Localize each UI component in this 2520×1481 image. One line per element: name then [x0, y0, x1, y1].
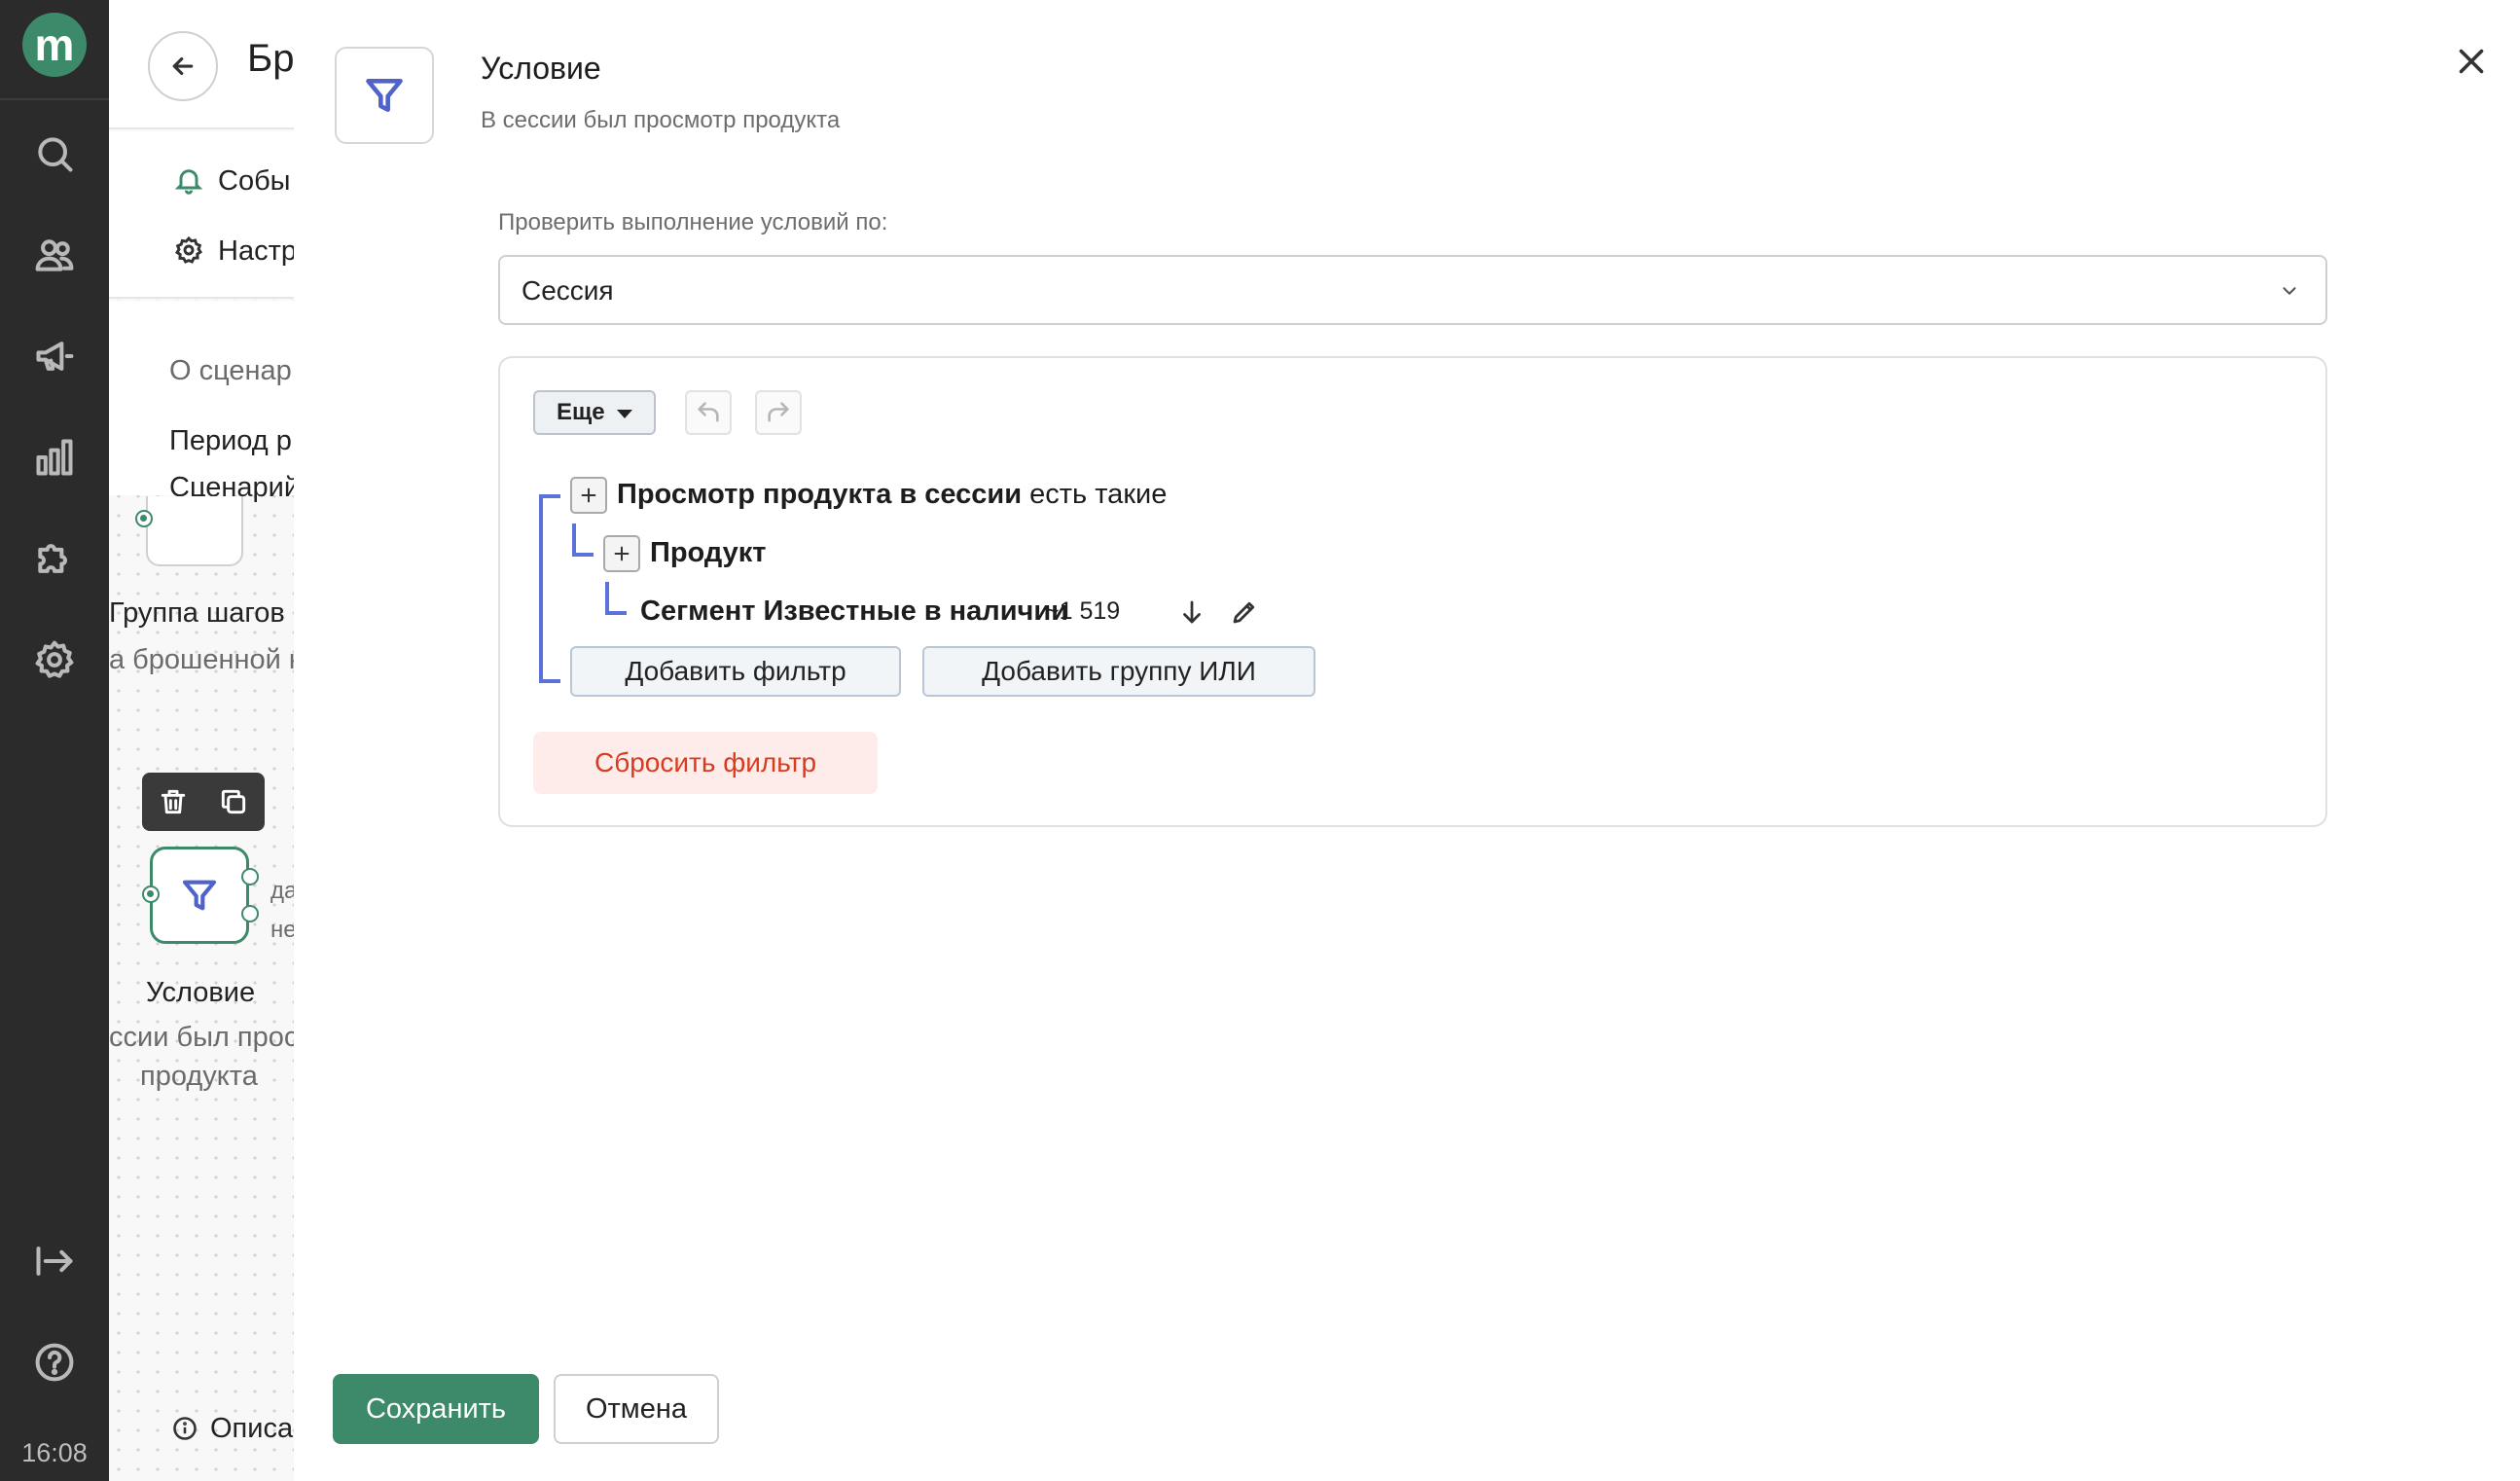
check-by-select[interactable]: Сессия [498, 255, 2327, 325]
filter-row-product-view-name: Просмотр продукта в сессии [617, 479, 1023, 510]
tree-line-level2 [572, 524, 576, 557]
chevron-down-icon [2279, 280, 2300, 302]
branch-yes-label: да [270, 878, 294, 904]
scenario-canvas: Бр Собы Настр О сценар Период р Сценарий… [109, 0, 294, 1481]
condition-modal: Условие В сессии был просмотр продукта П… [294, 0, 2520, 1481]
about-scenario: О сценар [169, 355, 292, 386]
search-icon[interactable] [29, 128, 80, 179]
trash-icon[interactable] [158, 786, 189, 817]
input-port [135, 510, 153, 527]
scenario-title: Бр [247, 37, 294, 80]
step-group-subtitle: а брошенной к [109, 644, 294, 675]
description-label: Описа [210, 1413, 294, 1444]
tree-line-bottom [539, 679, 560, 683]
modal-subtitle: В сессии был просмотр продукта [481, 107, 841, 133]
expand-plus-icon[interactable] [570, 477, 607, 514]
clock-time: 16:08 [21, 1438, 88, 1467]
filter-row-segment-name: Сегмент Известные в наличии [640, 596, 1069, 627]
tab-events[interactable]: Собы [173, 164, 291, 198]
undo-button[interactable] [685, 390, 732, 435]
scenario-header: Бр [109, 0, 294, 129]
step-group-node[interactable] [146, 496, 243, 566]
filter-icon [182, 880, 217, 911]
filter-row-product-view[interactable]: Просмотр продукта в сессии есть такие [617, 479, 1167, 511]
period-label: Период р [169, 425, 292, 456]
caret-down-icon [617, 410, 632, 418]
app-logo[interactable]: m [22, 13, 87, 77]
users-icon[interactable] [29, 230, 80, 280]
condition-node-subtitle-1: ссии был прос [109, 1022, 294, 1053]
pencil-icon[interactable] [1230, 597, 1259, 627]
arrow-left-icon [172, 56, 194, 76]
modal-icon [335, 47, 434, 144]
check-by-label: Проверить выполнение условий по: [498, 209, 888, 235]
more-dropdown-button[interactable]: Еще [533, 390, 656, 435]
filter-row-product-view-operator: есть такие [1022, 479, 1168, 510]
segment-count: ~1 519 [1045, 597, 1121, 625]
redo-button[interactable] [755, 390, 802, 435]
filter-icon [366, 79, 403, 112]
tree-line-level2-h [572, 553, 594, 557]
filter-row-segment[interactable]: Сегмент Известные в наличии [640, 596, 1068, 628]
scenario-info: О сценар Период р Сценарий [109, 301, 294, 503]
undo-icon [698, 402, 719, 422]
tab-settings[interactable]: Настр [173, 235, 294, 268]
scenario-tabs: Собы Настр [109, 131, 294, 299]
add-filter-button[interactable]: Добавить фильтр [570, 646, 901, 697]
condition-node-title: Условие [146, 977, 256, 1008]
input-port [142, 885, 160, 903]
redo-icon [768, 402, 789, 422]
info-icon [173, 1417, 197, 1440]
bar-chart-icon[interactable] [29, 432, 80, 483]
save-button[interactable]: Сохранить [333, 1374, 539, 1444]
check-by-value: Сессия [522, 275, 614, 306]
tree-line-level3 [605, 582, 609, 615]
close-icon[interactable] [2454, 44, 2489, 79]
output-port-no[interactable] [241, 905, 259, 922]
condition-node-subtitle-2: продукта [140, 1061, 258, 1092]
arrow-down-icon[interactable] [1177, 597, 1206, 627]
help-icon[interactable] [29, 1337, 80, 1388]
collapse-icon[interactable] [29, 1236, 80, 1286]
gear-icon [174, 235, 203, 264]
expand-plus-icon[interactable] [603, 535, 640, 572]
modal-title: Условие [481, 51, 601, 86]
rail-divider [0, 98, 109, 100]
tree-line-level3-h [605, 611, 627, 615]
tab-events-label: Собы [218, 165, 291, 197]
output-port-yes[interactable] [241, 868, 259, 885]
tab-settings-label: Настр [218, 235, 294, 267]
app-rail: m 16:08 [0, 0, 109, 1481]
back-button[interactable] [148, 31, 218, 101]
filter-row-product-name: Продукт [650, 537, 767, 568]
tree-line-outer [539, 494, 543, 683]
add-or-group-button[interactable]: Добавить группу ИЛИ [922, 646, 1315, 697]
copy-icon[interactable] [218, 786, 249, 817]
puzzle-icon[interactable] [29, 533, 80, 584]
reset-filter-button[interactable]: Сбросить фильтр [533, 732, 878, 794]
filter-builder: Еще Просмотр продукта в сессии есть таки… [498, 356, 2327, 827]
tree-line-top [539, 494, 560, 498]
gear-icon[interactable] [29, 634, 80, 685]
megaphone-icon[interactable] [29, 331, 80, 381]
node-toolbar [142, 773, 265, 831]
step-group-title: Группа шагов [109, 597, 285, 629]
condition-node[interactable] [150, 847, 249, 944]
description-link[interactable]: Описа [171, 1413, 293, 1445]
bell-icon [174, 169, 203, 195]
more-label: Еще [557, 399, 605, 425]
cancel-button[interactable]: Отмена [554, 1374, 719, 1444]
branch-no-label: не [270, 917, 294, 943]
filter-row-product[interactable]: Продукт [650, 537, 767, 569]
